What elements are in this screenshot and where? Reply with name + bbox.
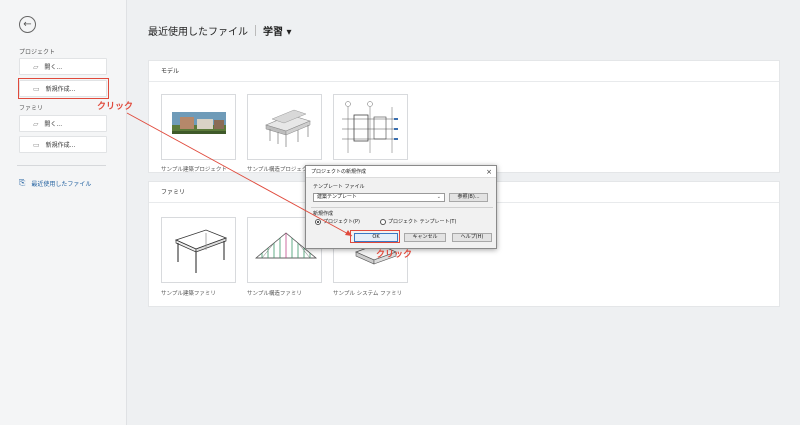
model-label-structure: サンプル構造プロジェクト xyxy=(247,167,313,173)
cancel-button[interactable]: キャンセル xyxy=(404,233,446,242)
header-separator xyxy=(255,25,256,36)
family-new-label: 新規作成... xyxy=(45,142,76,149)
template-file-label: テンプレート ファイル xyxy=(313,184,365,190)
project-open-label: 開く... xyxy=(44,64,63,71)
radio-unselected-icon xyxy=(380,218,386,225)
family-label-structure: サンプル構造ファミリ xyxy=(247,291,302,297)
section-project-label: プロジェクト xyxy=(19,49,56,56)
browse-button[interactable]: 参照(B)... xyxy=(449,193,488,202)
annotation-click-2: クリック xyxy=(376,250,413,260)
folder-icon: ▭ xyxy=(33,140,40,149)
chevron-down-icon: ⌄ xyxy=(436,194,441,200)
recent-files-label: 最近使用したファイル xyxy=(31,180,92,188)
recent-files-link[interactable]: ⎘ 最近使用したファイル xyxy=(19,178,91,188)
sidebar: ← プロジェクト ▱ 開く... ▭ 新規作成... ファミリ ▱ 開く... … xyxy=(0,0,127,425)
architecture-thumbnail xyxy=(172,112,226,134)
back-arrow-icon[interactable]: ← xyxy=(19,16,36,33)
radio-project-label: プロジェクト(P) xyxy=(323,219,360,225)
family-open-label: 開く... xyxy=(44,121,63,128)
dialog-divider xyxy=(311,207,493,208)
help-button[interactable]: ヘルプ(H) xyxy=(452,233,492,242)
close-icon[interactable]: × xyxy=(486,166,492,178)
radio-template-label: プロジェクト テンプレート(T) xyxy=(388,219,457,225)
study-dropdown[interactable]: 学習 ▾ xyxy=(263,23,292,38)
family-label-architecture: サンプル建築ファミリ xyxy=(161,291,216,297)
radio-project[interactable]: プロジェクト(P) xyxy=(315,218,360,225)
template-select[interactable]: 建築テンプレート ⌄ xyxy=(313,193,445,202)
models-panel: モデル サンプル建築プロジェクト サンプル構造プロジェクト xyxy=(148,60,780,173)
model-tile-architecture[interactable] xyxy=(161,94,236,160)
family-label-system: サンプル システム ファミリ xyxy=(333,291,403,297)
model-label-architecture: サンプル建築プロジェクト xyxy=(161,167,227,173)
table-thumbnail xyxy=(174,229,228,273)
radio-selected-icon xyxy=(315,218,321,225)
models-heading: モデル xyxy=(149,61,779,82)
sidebar-divider xyxy=(17,165,106,166)
family-tile-architecture[interactable] xyxy=(161,217,236,283)
dialog-title: プロジェクトの新規作成 xyxy=(306,166,496,178)
new-project-dialog: プロジェクトの新規作成 × テンプレート ファイル 建築テンプレート ⌄ 参照(… xyxy=(305,165,497,249)
model-tile-structure[interactable] xyxy=(247,94,322,160)
recent-files-icon: ⎘ xyxy=(19,178,26,187)
folder-open-icon: ▱ xyxy=(33,62,39,71)
new-project-highlight xyxy=(18,78,109,99)
project-open-button[interactable]: ▱ 開く... xyxy=(19,58,107,75)
ok-highlight xyxy=(350,230,400,243)
radio-template[interactable]: プロジェクト テンプレート(T) xyxy=(380,218,456,225)
system-thumbnail xyxy=(342,101,398,153)
family-new-button[interactable]: ▭ 新規作成... xyxy=(19,136,107,153)
structure-thumbnail xyxy=(265,109,311,147)
page-header: 最近使用したファイル 学習 ▾ xyxy=(148,23,292,38)
annotation-click-1: クリック xyxy=(97,102,134,112)
create-new-label: 新規作成 xyxy=(313,211,334,217)
page-title: 最近使用したファイル xyxy=(148,27,248,38)
family-open-button[interactable]: ▱ 開く... xyxy=(19,115,107,132)
section-family-label: ファミリ xyxy=(19,105,44,112)
model-tile-system[interactable] xyxy=(333,94,408,160)
template-select-value: 建築テンプレート xyxy=(317,194,357,200)
folder-open-icon: ▱ xyxy=(33,119,39,128)
